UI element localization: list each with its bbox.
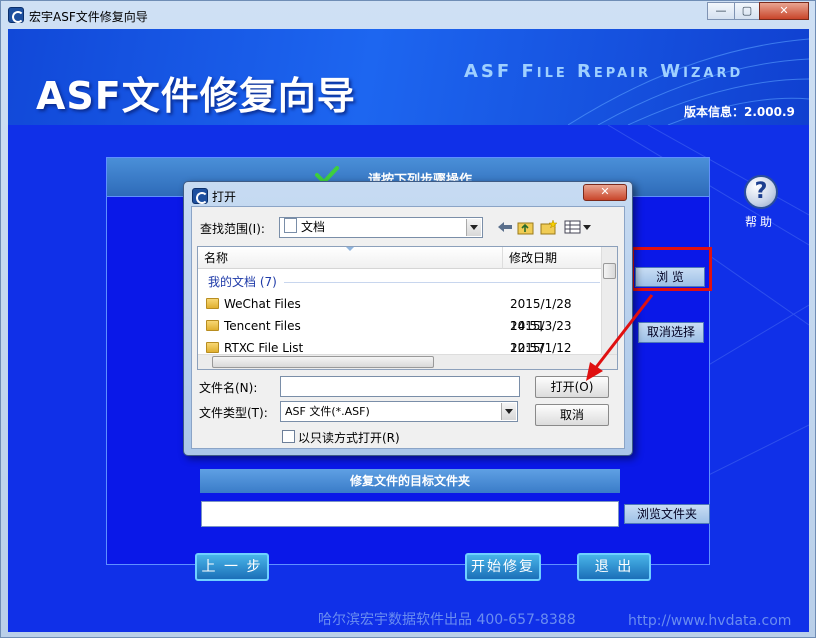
look-in-value: 文档 <box>301 220 326 234</box>
dialog-close-button[interactable]: ✕ <box>583 184 627 201</box>
filetype-select[interactable]: ASF 文件(*.ASF) <box>280 401 518 422</box>
browse-folder-button[interactable]: 浏览文件夹 <box>624 504 710 524</box>
dialog-icon <box>192 188 208 204</box>
folder-icon <box>206 298 219 309</box>
close-button[interactable]: ✕ <box>759 2 809 20</box>
filename-label: 文件名(N): <box>199 381 258 395</box>
readonly-label[interactable]: 以只读方式打开(R) <box>298 429 400 446</box>
title-bar[interactable]: 宏宇ASF文件修复向导 — ▢ ✕ <box>1 1 816 29</box>
readonly-checkbox[interactable] <box>282 430 295 443</box>
horizontal-scrollbar[interactable] <box>198 354 617 369</box>
back-arrow-icon[interactable] <box>496 219 514 235</box>
up-folder-icon[interactable] <box>517 219 535 235</box>
file-name: WeChat Files <box>224 297 301 311</box>
file-date: 2015/1/12 8:57 <box>510 341 572 354</box>
new-folder-icon[interactable] <box>540 219 558 235</box>
filename-input[interactable] <box>280 376 520 397</box>
group-header: 我的文档 (7) <box>198 271 602 293</box>
cancel-button[interactable]: 取消 <box>535 404 609 426</box>
highlight-box <box>631 247 712 291</box>
vertical-scroll-thumb[interactable] <box>603 263 616 279</box>
cancel-select-button[interactable]: 取消选择 <box>638 322 704 343</box>
help-label[interactable]: 帮助 <box>745 213 775 230</box>
start-repair-button[interactable]: 开始修复 <box>465 553 541 581</box>
look-in-label: 查找范围(I): <box>200 222 265 236</box>
sort-arrow-icon <box>346 247 354 251</box>
minimize-button[interactable]: — <box>707 2 735 20</box>
open-button[interactable]: 打开(O) <box>535 376 609 398</box>
app-icon <box>8 7 24 23</box>
footer-url[interactable]: http://www.hvdata.com <box>628 613 791 629</box>
column-header-date[interactable]: 修改日期 <box>503 247 602 269</box>
filetype-value: ASF 文件(*.ASF) <box>285 405 370 418</box>
window-title: 宏宇ASF文件修复向导 <box>29 10 148 24</box>
footer-company: 哈尔滨宏宇数据软件出品 400-657-8388 <box>318 612 576 628</box>
dialog-title: 打开 <box>212 190 237 204</box>
banner-subtitle: ASF File Repair Wizard <box>464 61 744 82</box>
target-folder-input[interactable] <box>201 501 619 527</box>
banner: ASF文件修复向导 ASF File Repair Wizard 版本信息：2.… <box>8 29 809 125</box>
file-name: Tencent Files <box>224 319 301 333</box>
look-in-select[interactable]: 文档 <box>279 217 483 238</box>
view-menu-icon[interactable] <box>564 219 592 235</box>
list-item[interactable]: Tencent Files 2015/3/23 12:57 <box>198 315 602 355</box>
vertical-scrollbar[interactable] <box>601 247 617 354</box>
group-label: 我的文档 (7) <box>208 275 277 289</box>
exit-button[interactable]: 退 出 <box>577 553 651 581</box>
file-name: RTXC File List <box>224 341 304 354</box>
list-item[interactable]: WeChat Files 2015/1/28 14:51 <box>198 293 602 333</box>
horizontal-scroll-thumb[interactable] <box>212 356 434 368</box>
list-item[interactable]: RTXC File List 2015/1/12 8:57 <box>198 337 602 354</box>
folder-icon <box>206 342 219 353</box>
chevron-down-icon[interactable] <box>466 219 481 236</box>
filetype-label: 文件类型(T): <box>199 406 268 420</box>
version-info: 版本信息：2.000.9 <box>684 105 795 119</box>
help-icon[interactable]: ? <box>744 175 778 209</box>
chevron-down-icon[interactable] <box>501 403 516 420</box>
target-folder-heading: 修复文件的目标文件夹 <box>200 469 620 493</box>
folder-icon <box>206 320 219 331</box>
prev-step-button[interactable]: 上 一 步 <box>195 553 269 581</box>
group-divider <box>284 282 600 283</box>
document-icon <box>284 218 297 233</box>
banner-title: ASF文件修复向导 <box>36 74 356 118</box>
maximize-button[interactable]: ▢ <box>734 2 760 20</box>
